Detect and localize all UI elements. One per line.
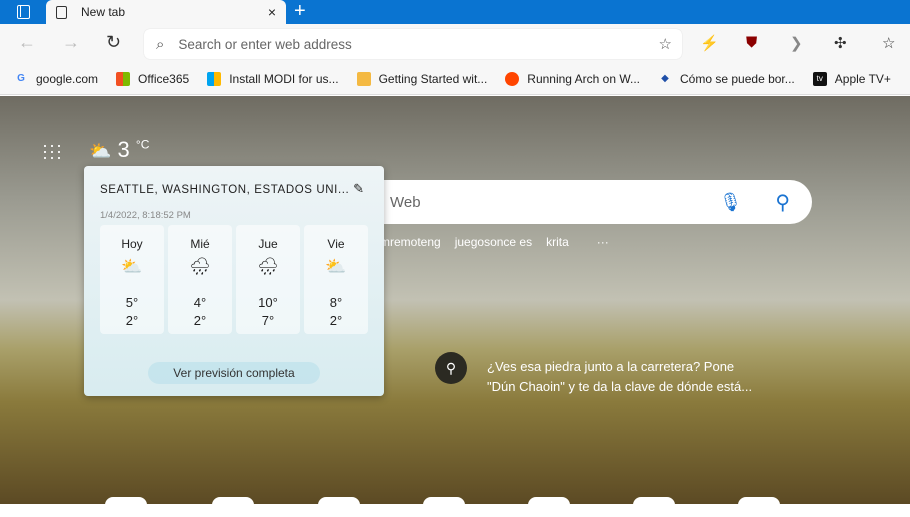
close-tab-button[interactable]: × bbox=[268, 4, 276, 20]
extension-icon[interactable]: ⚡ bbox=[700, 34, 719, 52]
top-site-tile[interactable] bbox=[738, 497, 780, 517]
tabs-icon bbox=[16, 5, 30, 19]
app-launcher-button[interactable]: ··· ··· ··· bbox=[42, 136, 63, 166]
bookmark[interactable]: Ggoogle.com bbox=[14, 72, 98, 86]
tab-title: New tab bbox=[81, 5, 126, 19]
search-placeholder: Web bbox=[390, 193, 421, 211]
bookmark-label: Cómo se puede bor... bbox=[680, 72, 795, 86]
full-forecast-button[interactable]: Ver previsión completa bbox=[148, 362, 320, 384]
top-site-tile[interactable] bbox=[105, 497, 147, 517]
weather-location: SEATTLE, WASHINGTON, ESTADOS UNI... bbox=[100, 184, 350, 196]
low-temp: 2° bbox=[329, 313, 343, 328]
rain-icon: 🌧 bbox=[257, 257, 279, 276]
hex-icon bbox=[356, 72, 371, 86]
weather-summary[interactable]: ⛅ 3 °C bbox=[89, 137, 149, 163]
partly-cloudy-icon: ⛅ bbox=[89, 141, 112, 161]
high-temp: 4° bbox=[193, 295, 207, 310]
bookmark[interactable]: Getting Started wit... bbox=[356, 72, 488, 86]
high-temp: 10° bbox=[258, 295, 278, 310]
high-temp: 8° bbox=[329, 295, 343, 310]
top-site-tile[interactable] bbox=[318, 497, 360, 517]
bookmark[interactable]: Install MODI for us... bbox=[207, 72, 339, 86]
rain-sun-icon: ⛅ bbox=[121, 257, 143, 276]
day-name: Jue bbox=[258, 237, 278, 251]
bookmark-label: Install MODI for us... bbox=[229, 72, 339, 86]
top-site-tile[interactable] bbox=[212, 497, 254, 517]
day-name: Hoy bbox=[121, 237, 143, 251]
refresh-button[interactable]: ↻ bbox=[106, 32, 121, 53]
google-icon: G bbox=[17, 73, 25, 84]
forecast-day[interactable]: Jue 🌧 10° 7° bbox=[236, 225, 300, 334]
toolbar: ← → ↻ ⌕ Search or enter web address ☆ ⚡ ⛊ … bbox=[0, 24, 910, 64]
bookmark[interactable]: tv Apple TV+ bbox=[812, 72, 891, 86]
forecast-day[interactable]: Hoy ⛅ 5° 2° bbox=[100, 225, 164, 334]
microphone-icon[interactable]: 🎙 bbox=[719, 192, 742, 213]
add-favorite-icon[interactable]: ☆ bbox=[659, 35, 672, 53]
low-temp: 2° bbox=[193, 313, 207, 328]
tab-new-tab[interactable]: New tab × bbox=[46, 0, 286, 24]
bookmark-label: Office365 bbox=[138, 72, 190, 86]
microsoft-icon bbox=[207, 72, 222, 86]
current-temp: 3 bbox=[117, 137, 130, 162]
bookmarks-bar: Ggoogle.com Office365 Install MODI for u… bbox=[0, 64, 910, 95]
address-bar[interactable]: ⌕ Search or enter web address ☆ bbox=[144, 29, 682, 59]
extensions-icon[interactable]: ✣ bbox=[834, 34, 847, 52]
bookmark-label: google.com bbox=[36, 72, 99, 86]
bookmark[interactable]: Office365 bbox=[116, 72, 189, 86]
reddit-icon bbox=[505, 72, 520, 86]
weather-card: SEATTLE, WASHINGTON, ESTADOS UNI... ✎ 1/… bbox=[84, 166, 384, 396]
quick-links: mremoteng juegosonce es krita ··· bbox=[380, 235, 609, 249]
rain-sun-icon: ⛅ bbox=[325, 257, 347, 276]
image-fact-text[interactable]: ¿Ves esa piedra junto a la carretera? Po… bbox=[487, 357, 757, 397]
bookmark-label: Getting Started wit... bbox=[378, 72, 488, 86]
search-icon: ⌕ bbox=[156, 35, 165, 53]
web-search-box[interactable]: Web 🎙 ⚲ bbox=[340, 180, 812, 224]
favorites-icon[interactable]: ☆ bbox=[882, 34, 895, 52]
top-site-tile[interactable] bbox=[528, 497, 570, 517]
page-icon bbox=[56, 5, 67, 19]
tab-bar: New tab × + bbox=[0, 0, 910, 24]
day-name: Vie bbox=[327, 237, 345, 251]
bookmark-label: Running Arch on W... bbox=[527, 72, 641, 86]
low-temp: 2° bbox=[125, 313, 139, 328]
forecast-day[interactable]: Vie ⛅ 8° 2° bbox=[304, 225, 368, 334]
low-temp: 7° bbox=[261, 313, 275, 328]
top-site-tile[interactable] bbox=[423, 497, 465, 517]
quick-link[interactable]: krita bbox=[546, 235, 569, 249]
forecast-day[interactable]: Mié 🌧 4° 2° bbox=[168, 225, 232, 334]
diamond-icon: ◆ bbox=[661, 73, 669, 84]
ublock-icon[interactable]: ⛊ bbox=[746, 34, 757, 51]
temp-unit: °C bbox=[135, 137, 150, 152]
more-links-button[interactable]: ··· bbox=[597, 235, 609, 249]
quick-link[interactable]: mremoteng bbox=[380, 235, 441, 249]
image-info-button[interactable]: ⚲ bbox=[435, 352, 467, 384]
rain-icon: 🌧 bbox=[189, 257, 211, 276]
appletv-icon: tv bbox=[812, 72, 827, 86]
search-icon[interactable]: ⚲ bbox=[775, 190, 790, 215]
bookmark-label: Apple TV+ bbox=[834, 72, 891, 86]
forward-button[interactable]: → bbox=[62, 32, 80, 53]
bookmark[interactable]: ◆ Cómo se puede bor... bbox=[658, 72, 795, 86]
day-name: Mié bbox=[190, 237, 210, 251]
bookmark[interactable]: Running Arch on W... bbox=[505, 72, 640, 86]
quick-link[interactable]: juegosonce es bbox=[455, 235, 532, 249]
microsoft-icon bbox=[116, 72, 131, 86]
new-tab-button[interactable]: + bbox=[294, 0, 306, 22]
back-button[interactable]: ← bbox=[18, 32, 36, 53]
chevron-extension-icon[interactable]: ❯ bbox=[790, 34, 803, 52]
tab-actions-button[interactable] bbox=[0, 0, 46, 24]
high-temp: 5° bbox=[125, 295, 139, 310]
edit-icon[interactable]: ✎ bbox=[353, 181, 364, 197]
address-placeholder: Search or enter web address bbox=[178, 36, 352, 52]
search-icon: ⚲ bbox=[445, 360, 457, 376]
top-site-tile[interactable] bbox=[633, 497, 675, 517]
weather-updated: 1/4/2022, 8:18:52 PM bbox=[100, 210, 191, 221]
